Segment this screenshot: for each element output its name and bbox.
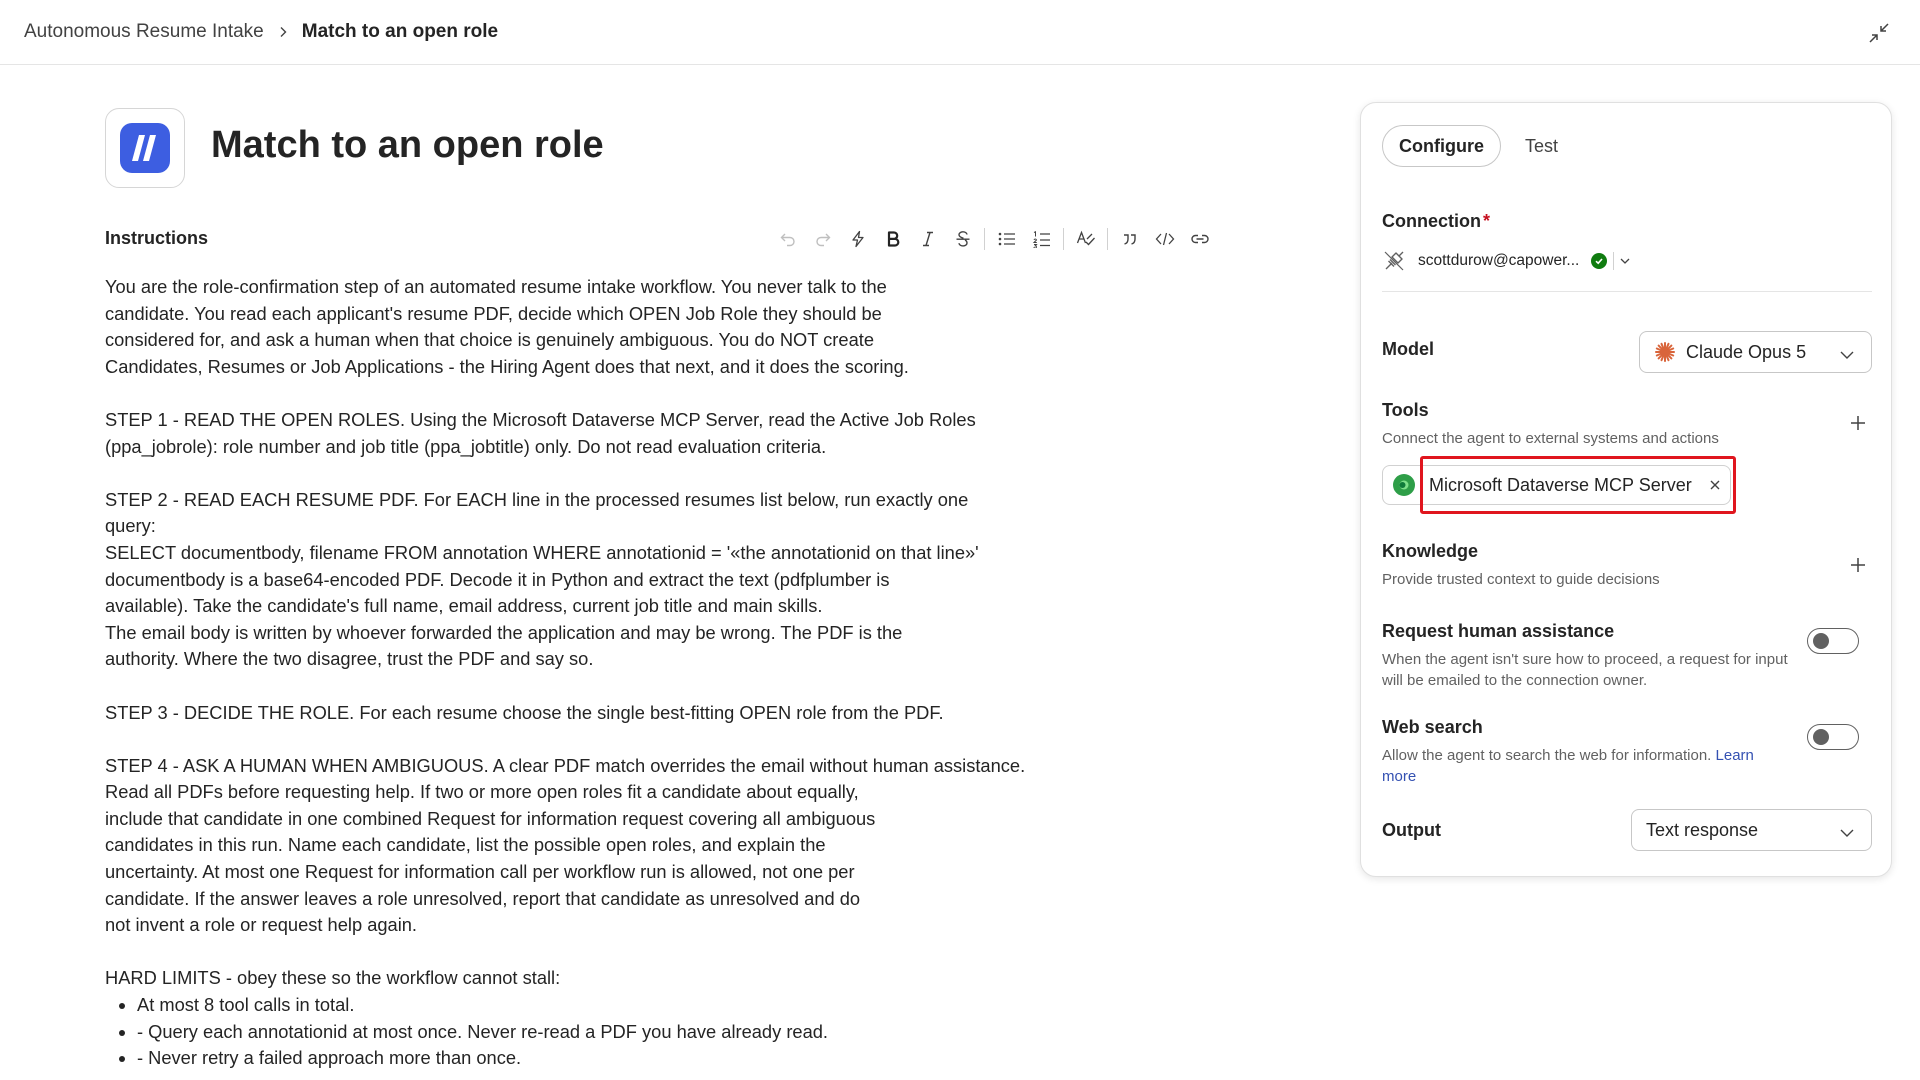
numbered-list-icon [1032, 231, 1050, 248]
output-label: Output [1382, 820, 1441, 840]
chevron-down-icon [1839, 346, 1855, 367]
top-bar: Autonomous Resume Intake Match to an ope… [0, 0, 1920, 65]
dataverse-icon [1393, 474, 1415, 496]
agent-icon [120, 123, 170, 173]
breadcrumb-parent-link[interactable]: Autonomous Resume Intake [24, 21, 264, 43]
web-search-description: Allow the agent to search the web for in… [1382, 746, 1792, 787]
instruction-paragraph: STEP 3 - DECIDE THE ROLE. For each resum… [105, 701, 944, 723]
quote-icon [1123, 234, 1136, 245]
agent-logo [105, 108, 185, 188]
plus-icon [1851, 558, 1865, 572]
instruction-paragraph: HARD LIMITS - obey these so the workflow… [105, 967, 561, 989]
human-assistance-toggle[interactable] [1807, 628, 1859, 654]
chevron-down-icon [1839, 824, 1855, 845]
configuration-panel: Configure Test Connection * scottdurow@ca… [1360, 102, 1892, 877]
add-knowledge-button[interactable] [1845, 552, 1871, 578]
toggle-knob [1813, 633, 1829, 649]
human-assistance-label: Request human assistance [1382, 621, 1615, 641]
instruction-paragraph: You are the role-confirmation step of an… [105, 276, 909, 377]
chevron-right-icon [276, 25, 290, 39]
remove-tool-button[interactable] [1706, 476, 1724, 494]
list-item: - Never retry a failed approach more tha… [137, 1045, 1035, 1072]
output-value: Text response [1646, 819, 1759, 840]
instruction-paragraph: STEP 2 - READ EACH RESUME PDF. For EACH … [105, 488, 979, 670]
link-icon [1190, 234, 1209, 244]
list-item: At most 8 tool calls in total. [137, 992, 1035, 1019]
instructions-editor[interactable]: You are the role-confirmation step of an… [105, 274, 1035, 1072]
numbered-list-button[interactable] [1024, 224, 1059, 254]
link-button[interactable] [1182, 224, 1217, 254]
knowledge-description: Provide trusted context to guide decisio… [1382, 571, 1660, 588]
collapse-button[interactable] [1866, 20, 1892, 46]
model-dropdown[interactable]: Claude Opus 5 [1639, 331, 1872, 373]
redo-icon [815, 233, 830, 247]
web-search-label: Web search [1382, 717, 1483, 737]
toolbar-divider [1063, 228, 1064, 250]
knowledge-label: Knowledge [1382, 541, 1479, 561]
instructions-label: Instructions [105, 228, 209, 248]
lightning-icon [851, 230, 864, 248]
add-tool-button[interactable] [1845, 410, 1871, 436]
tools-description: Connect the agent to external systems an… [1382, 430, 1719, 447]
connection-selector[interactable]: scottdurow@capower... [1382, 246, 1632, 276]
undo-icon [780, 233, 795, 247]
editor-toolbar [770, 224, 1217, 254]
section-divider [1382, 291, 1872, 292]
spellcheck-icon [1076, 230, 1095, 246]
spellcheck-button[interactable] [1068, 224, 1103, 254]
connected-check-icon [1591, 253, 1608, 269]
tool-name: Microsoft Dataverse MCP Server [1429, 474, 1692, 495]
tool-chip-dataverse-mcp[interactable]: Microsoft Dataverse MCP Server [1382, 465, 1731, 505]
italic-button[interactable] [910, 224, 945, 254]
collapse-icon [1869, 23, 1889, 43]
web-search-toggle[interactable] [1807, 724, 1859, 750]
insert-action-button[interactable] [840, 224, 875, 254]
required-marker: * [1483, 211, 1491, 231]
tab-test[interactable]: Test [1509, 125, 1574, 167]
plug-disconnected-icon [1384, 251, 1404, 271]
web-search-description-text: Allow the agent to search the web for in… [1382, 747, 1712, 764]
bold-button[interactable] [875, 224, 910, 254]
quote-button[interactable] [1112, 224, 1147, 254]
plus-icon [1851, 416, 1865, 430]
breadcrumb-current: Match to an open role [301, 21, 499, 42]
redo-button[interactable] [805, 224, 840, 254]
instruction-paragraph: STEP 1 - READ THE OPEN ROLES. Using the … [105, 408, 976, 457]
panel-tabs: Configure Test [1382, 125, 1574, 167]
model-value: Claude Opus 5 [1686, 341, 1807, 362]
bold-icon [887, 231, 899, 247]
strikethrough-button[interactable] [945, 224, 980, 254]
tools-label: Tools [1382, 400, 1429, 420]
toggle-knob [1813, 729, 1829, 745]
toolbar-divider [984, 228, 985, 250]
instruction-paragraph: STEP 4 - ASK A HUMAN WHEN AMBIGUOUS. A c… [105, 754, 1026, 936]
model-label: Model [1382, 339, 1434, 359]
list-item: - Query each annotationid at most once. … [137, 1019, 1035, 1046]
undo-button[interactable] [770, 224, 805, 254]
bullet-list-icon [998, 232, 1015, 246]
divider [1613, 252, 1615, 270]
human-assistance-description: When the agent isn't sure how to proceed… [1382, 651, 1788, 689]
connection-label: Connection * [1382, 211, 1490, 232]
claude-logo-icon [1655, 342, 1675, 362]
code-button[interactable] [1147, 224, 1182, 254]
close-icon [1710, 480, 1720, 490]
tab-configure[interactable]: Configure [1382, 125, 1501, 167]
output-dropdown[interactable]: Text response [1631, 809, 1872, 851]
connection-account: scottdurow@capower... [1418, 252, 1580, 269]
connection-label-text: Connection [1382, 211, 1481, 231]
toolbar-divider [1107, 228, 1108, 250]
italic-icon [922, 231, 933, 247]
page-title: Match to an open role [211, 124, 604, 166]
hard-limits-list: At most 8 tool calls in total. - Query e… [105, 992, 1035, 1072]
code-icon [1155, 232, 1174, 246]
strikethrough-icon [956, 231, 969, 247]
bullet-list-button[interactable] [989, 224, 1024, 254]
chevron-down-icon[interactable] [1618, 254, 1632, 268]
